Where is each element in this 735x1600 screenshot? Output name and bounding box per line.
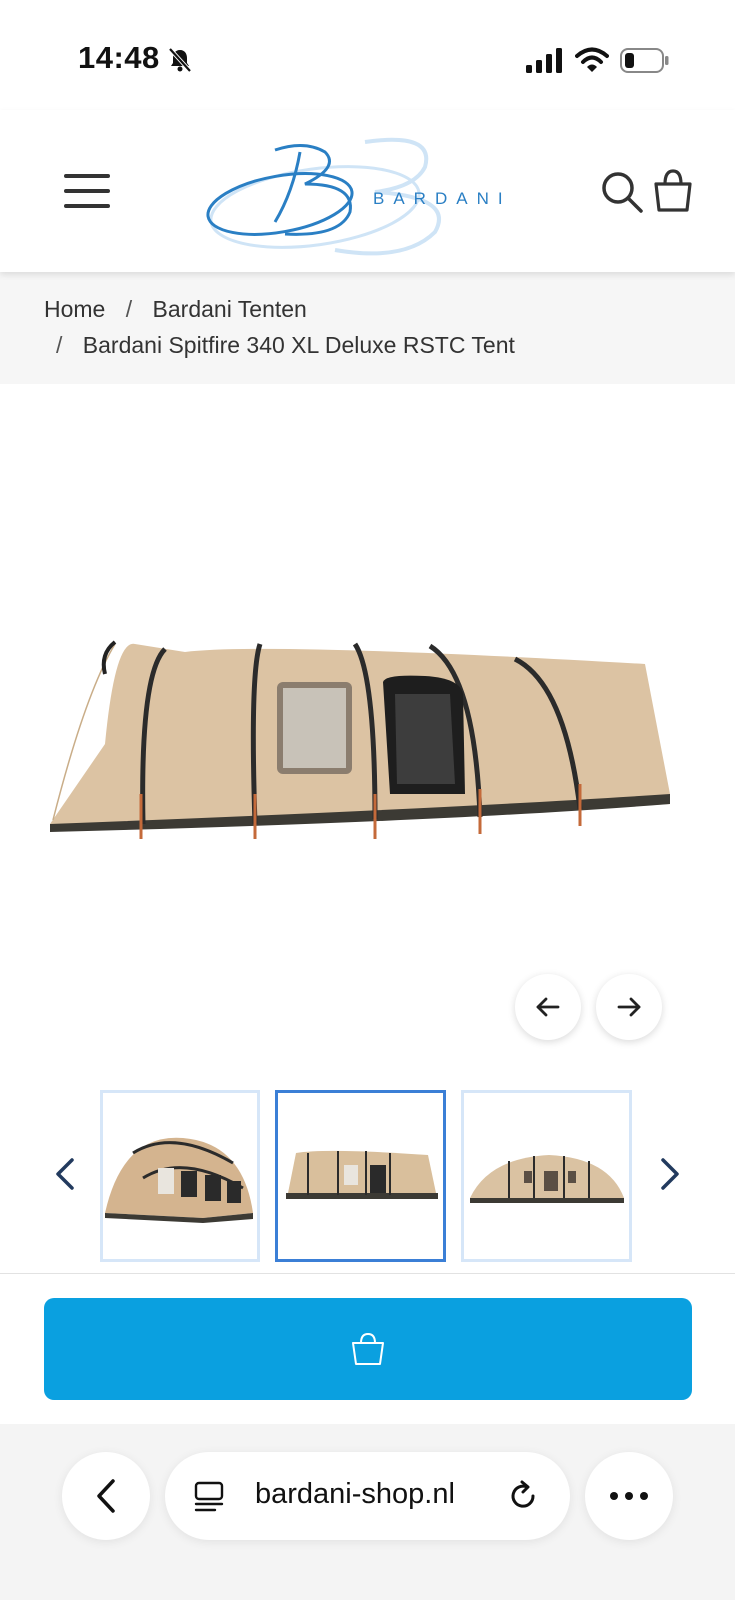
ellipsis-icon xyxy=(610,1492,648,1500)
shopping-bag-icon[interactable] xyxy=(652,168,694,214)
arrow-right-icon xyxy=(617,997,641,1017)
status-time: 14:48 xyxy=(78,40,160,75)
reload-icon[interactable] xyxy=(505,1478,541,1514)
thumbnail-1[interactable] xyxy=(100,1090,260,1262)
tent-thumbnail xyxy=(105,1137,253,1223)
breadcrumb-current: Bardani Spitfire 340 XL Deluxe RSTC Tent xyxy=(82,332,515,358)
wifi-icon xyxy=(575,47,609,72)
reader-icon xyxy=(194,1481,224,1512)
logo-text: BARDANI xyxy=(373,189,512,208)
search-icon[interactable] xyxy=(600,170,644,214)
gallery-next-button[interactable] xyxy=(596,974,662,1040)
browser-toolbar: bardani-shop.nl xyxy=(0,1424,735,1600)
tent-thumbnail xyxy=(470,1155,624,1203)
product-image-gallery[interactable] xyxy=(0,384,735,1064)
arrow-left-icon xyxy=(536,997,560,1017)
add-to-cart-bar xyxy=(0,1274,735,1424)
url-text: bardani-shop.nl xyxy=(255,1478,455,1510)
bardani-logo[interactable]: BARDANI xyxy=(205,122,535,262)
site-header: BARDANI xyxy=(0,110,735,272)
cellular-signal-icon xyxy=(526,48,562,73)
tent-thumbnail xyxy=(286,1150,438,1199)
address-bar[interactable]: bardani-shop.nl xyxy=(165,1452,570,1540)
browser-more-button[interactable] xyxy=(585,1452,673,1540)
add-to-cart-button[interactable] xyxy=(44,1298,692,1400)
browser-back-button[interactable] xyxy=(62,1452,150,1540)
tent-image xyxy=(50,640,670,839)
chevron-left-icon[interactable] xyxy=(50,1154,80,1194)
breadcrumb: Home / Bardani Tenten / Bardani Spitfire… xyxy=(0,272,735,384)
breadcrumb-separator: / xyxy=(56,332,63,358)
status-bar: 14:48 xyxy=(0,0,735,110)
battery-icon xyxy=(620,48,669,73)
thumbnail-3[interactable] xyxy=(461,1090,632,1262)
chevron-left-icon xyxy=(97,1479,115,1513)
breadcrumb-separator: / xyxy=(125,296,133,322)
hamburger-menu-icon[interactable] xyxy=(64,174,110,214)
bell-slash-icon xyxy=(168,47,192,73)
shopping-bag-icon xyxy=(352,1332,384,1365)
breadcrumb-home[interactable]: Home xyxy=(44,296,105,322)
breadcrumb-category[interactable]: Bardani Tenten xyxy=(153,296,307,322)
gallery-prev-button[interactable] xyxy=(515,974,581,1040)
thumbnail-strip xyxy=(0,1064,735,1274)
thumbnail-2[interactable] xyxy=(275,1090,446,1262)
chevron-right-icon[interactable] xyxy=(655,1154,685,1194)
